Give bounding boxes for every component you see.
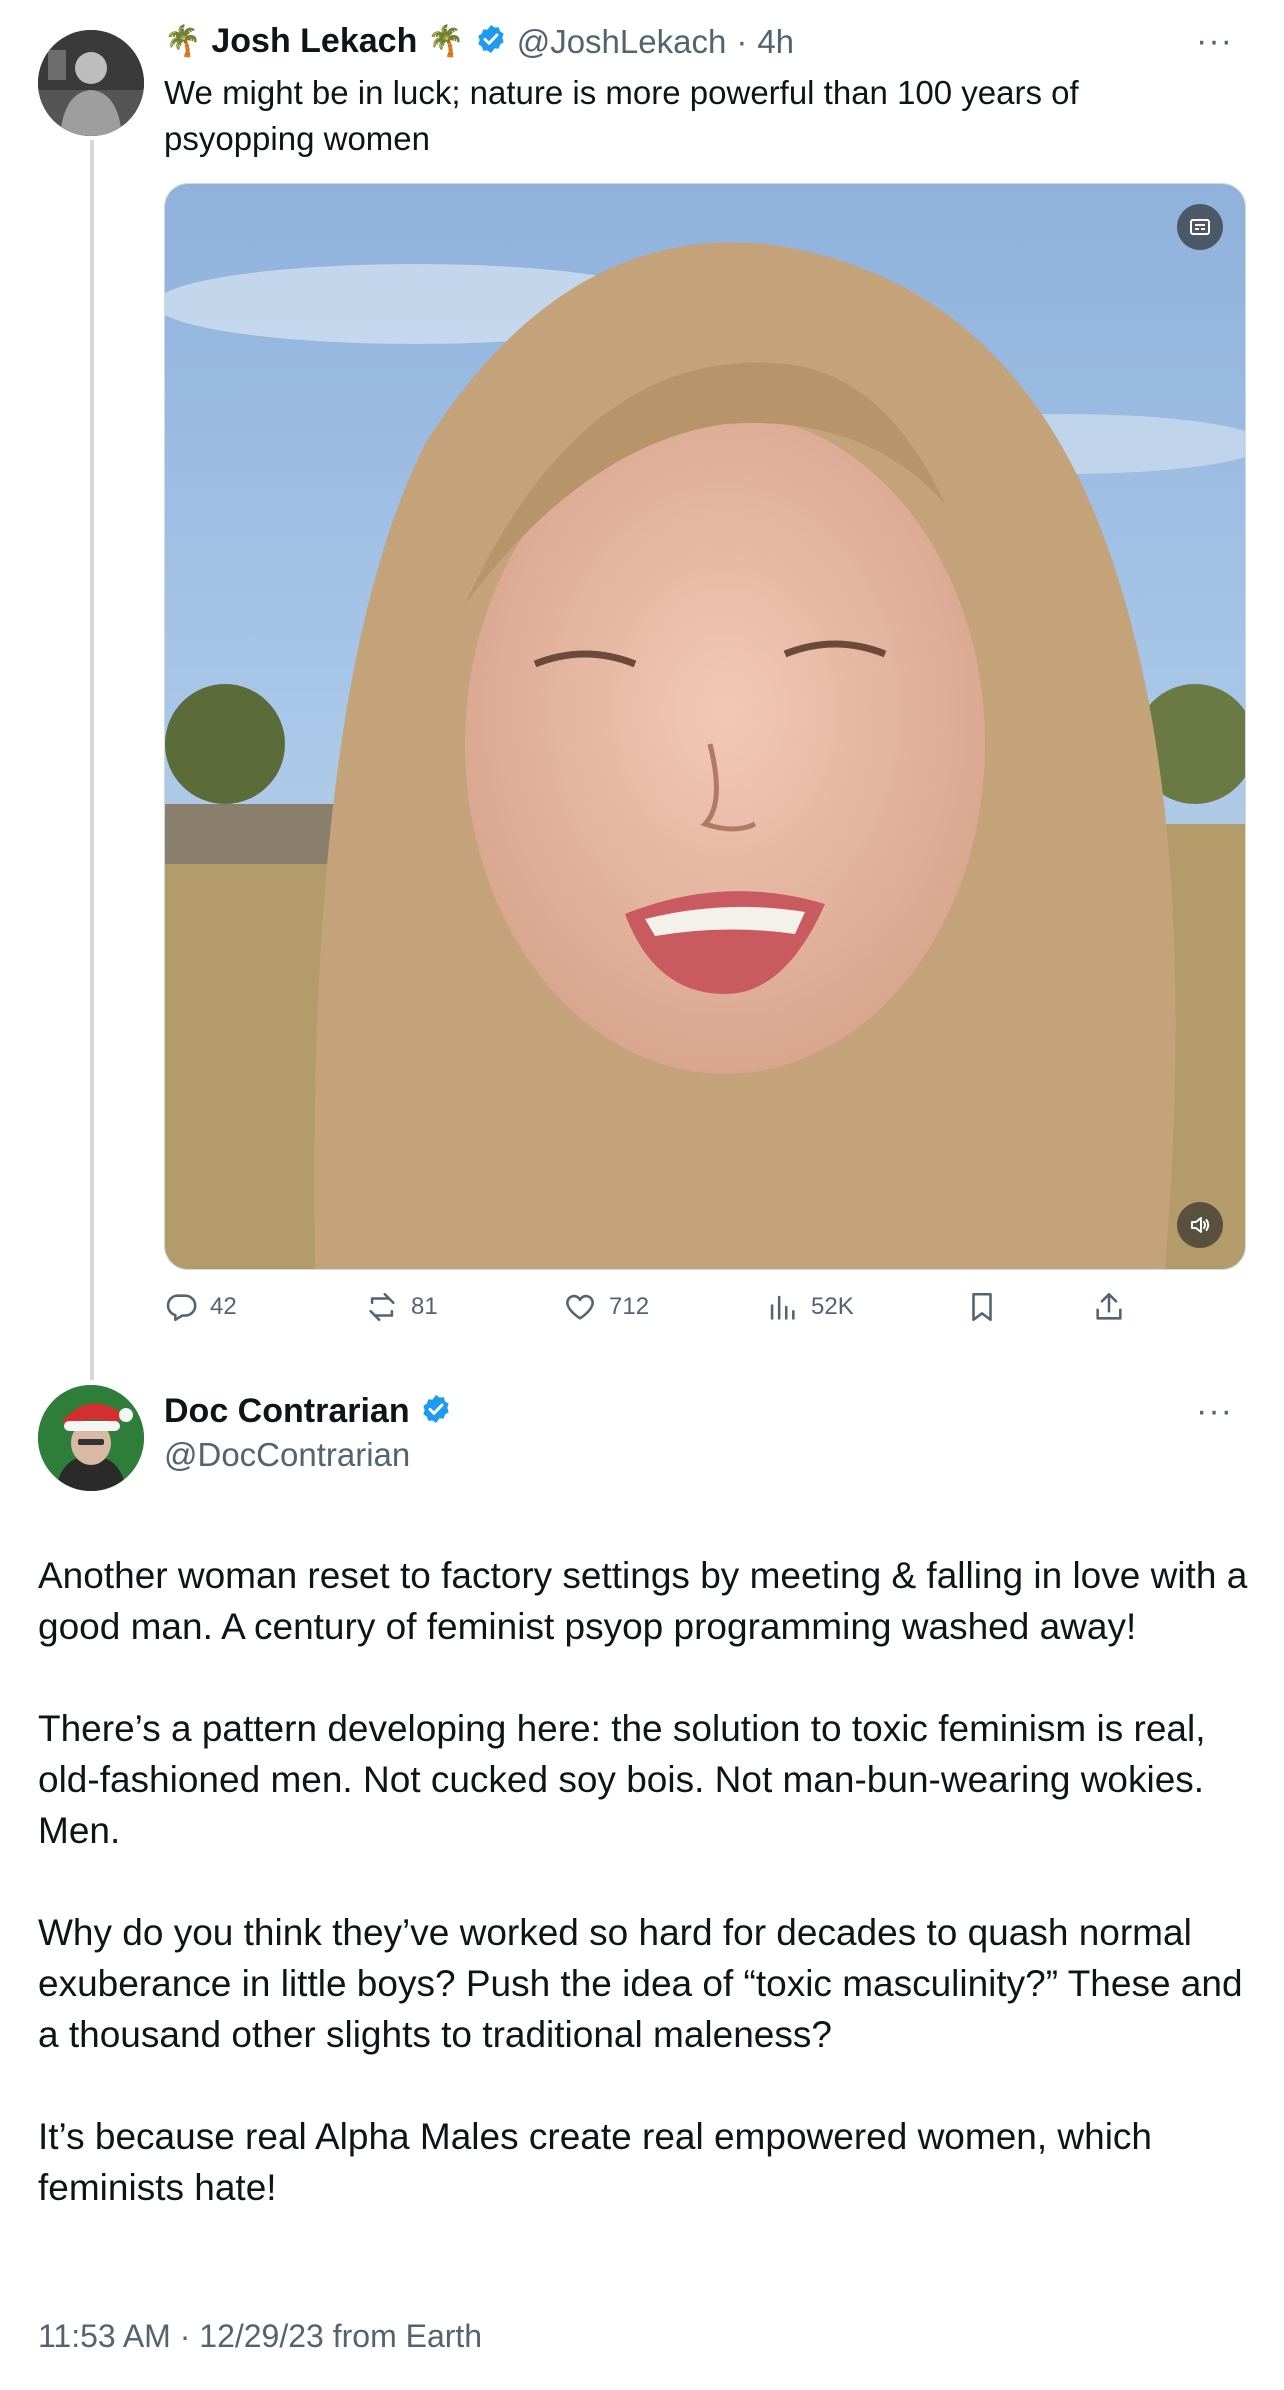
share-button[interactable]: [1092, 1290, 1126, 1324]
tweet2-text: Another woman reset to factory settings …: [38, 1550, 1248, 2264]
avatar-josh-lekach[interactable]: [38, 30, 144, 136]
tweet2-paragraph-1: Another woman reset to factory settings …: [38, 1555, 1248, 1647]
share-icon: [1092, 1290, 1126, 1324]
palm-tree-emoji-left: 🌴: [164, 25, 202, 58]
tweet2-paragraph-3: Why do you think they’ve worked so hard …: [38, 1912, 1243, 2055]
tweet1-text-line-2: psyopping women: [164, 120, 430, 157]
bookmark-button[interactable]: [965, 1290, 999, 1324]
views-button[interactable]: 52K: [765, 1290, 854, 1324]
repost-count: 81: [411, 1293, 438, 1320]
heart-icon: [563, 1290, 597, 1324]
palm-tree-emoji-right: 🌴: [427, 25, 465, 58]
author-name[interactable]: Josh Lekach: [211, 22, 417, 61]
tweet1-header: 🌴 Josh Lekach 🌴 @JoshLekach · 4h: [164, 22, 794, 61]
bookmark-icon: [965, 1290, 999, 1324]
thread-connector-line: [90, 140, 94, 1380]
repost-button[interactable]: 81: [365, 1290, 438, 1324]
views-chart-icon: [765, 1290, 799, 1324]
more-options-icon[interactable]: ···: [1196, 22, 1233, 61]
like-button[interactable]: 712: [563, 1290, 649, 1324]
reply-count: 42: [210, 1293, 237, 1320]
tweet1-text-line-1: We might be in luck; nature is more powe…: [164, 74, 1079, 111]
post-time[interactable]: 4h: [757, 23, 794, 61]
repost-icon: [365, 1290, 399, 1324]
tweet2-paragraph-2: There’s a pattern developing here: the s…: [38, 1708, 1206, 1851]
verified-badge-icon: [475, 23, 507, 60]
tweet2-paragraph-4: It’s because real Alpha Males create rea…: [38, 2116, 1153, 2208]
captions-icon[interactable]: [1177, 204, 1223, 250]
author-handle[interactable]: @DocContrarian: [164, 1436, 410, 1474]
tweet1-text: We might be in luck; nature is more powe…: [164, 70, 1224, 162]
verified-badge-icon: [420, 1393, 452, 1430]
video-player[interactable]: [164, 183, 1246, 1270]
reply-button[interactable]: 42: [164, 1290, 237, 1324]
more-options-icon[interactable]: ···: [1196, 1392, 1233, 1431]
post-timestamp[interactable]: 11:53 AM · 12/29/23 from Earth: [38, 2318, 482, 2355]
author-name[interactable]: Doc Contrarian: [164, 1392, 410, 1431]
author-handle[interactable]: @JoshLekach: [517, 23, 727, 61]
dot-separator: ·: [736, 22, 748, 60]
tweet2-header: Doc Contrarian: [164, 1392, 452, 1431]
like-count: 712: [609, 1293, 650, 1320]
mute-toggle-icon[interactable]: [1177, 1202, 1223, 1248]
avatar-doc-contrarian[interactable]: [38, 1385, 144, 1491]
views-count: 52K: [811, 1293, 854, 1320]
reply-icon: [164, 1290, 198, 1324]
